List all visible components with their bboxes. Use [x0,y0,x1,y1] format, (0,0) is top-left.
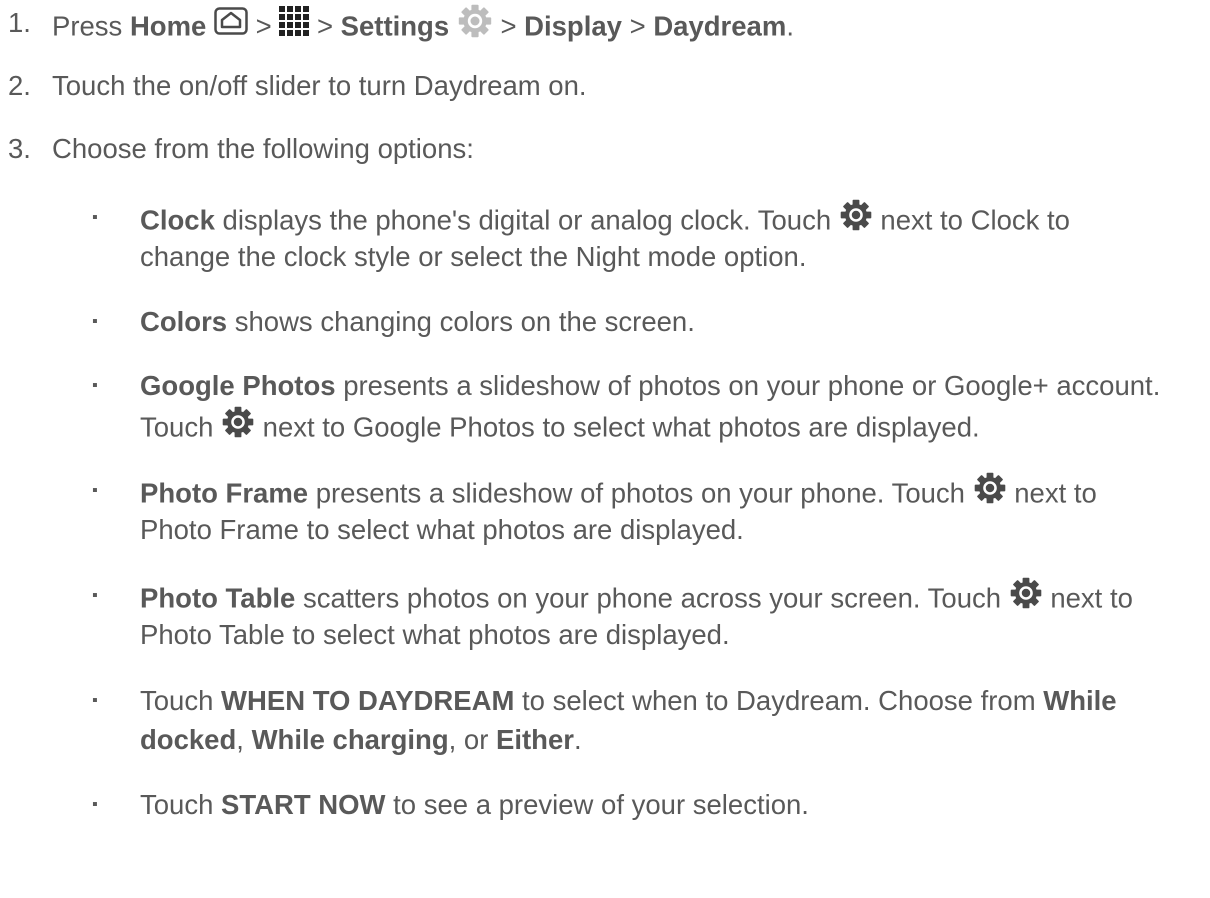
period: . [786,10,794,42]
gear-icon [221,405,255,447]
gear-icon [1009,576,1043,618]
option-description: Touch [140,789,222,820]
option-name: Photo Frame [140,477,309,509]
separator: > [629,10,646,42]
option-description: next to Clock to [872,204,1070,236]
option-description: Photo Table to select what photos are di… [140,619,730,650]
bullet-marker: ▪ [92,482,98,499]
step-number: 1. [8,7,31,38]
home-icon [214,7,248,43]
step-number: 3. [8,133,31,164]
option-description: next to [1042,582,1133,614]
display-label: Display [524,10,622,42]
step-text: Press [52,10,123,42]
option-description: to select when to Daydream. Choose from [514,685,1044,716]
option-description: to see a preview of your selection. [385,789,809,820]
while-docked-label: While [1043,685,1117,716]
option-description: presents a slideshow of photos on your p… [335,370,1161,401]
option-description: , or [448,724,497,755]
option-description: Touch [140,411,222,443]
bullet-marker: ▪ [92,313,98,330]
separator: > [500,10,517,42]
separator: > [316,10,334,42]
option-description: change the clock style or select the Nig… [140,241,807,272]
start-now-label: START NOW [221,789,386,820]
option-name: Clock [140,204,215,236]
settings-gear-icon [457,3,493,47]
either-label: Either [496,724,574,755]
option-description: presents a slideshow of photos on your p… [308,477,973,509]
settings-label: Settings [340,10,450,42]
gear-icon [839,198,873,240]
option-description: shows changing colors on the screen. [227,306,695,337]
while-charging-label: While charging [251,724,449,755]
option-description: Touch [140,685,222,716]
option-description: , [236,724,252,755]
while-docked-label: docked [140,724,237,755]
option-description: Photo Frame to select what photos are di… [140,514,744,545]
option-name: Photo Table [140,582,296,614]
option-description: next to Google Photos to select what pho… [255,411,980,443]
option-description: next to [1006,477,1097,509]
daydream-label: Daydream [653,10,787,42]
option-description: scatters photos on your phone across you… [295,582,1009,614]
bullet-marker: ▪ [92,796,98,813]
gear-icon [973,471,1007,513]
apps-grid-icon [279,6,310,44]
bullet-marker: ▪ [92,692,98,709]
step-text: Touch the on/off slider to turn Daydream… [52,70,587,101]
period: . [573,724,582,755]
when-to-daydream-label: WHEN TO DAYDREAM [221,685,515,716]
document-page: 1. Press Home > > Settings > Display > D… [0,0,1210,898]
bullet-marker: ▪ [92,587,98,604]
bullet-marker: ▪ [92,209,98,226]
option-name: Colors [140,306,228,337]
separator: > [255,10,272,42]
option-description: displays the phone's digital or analog c… [214,204,839,236]
step-number: 2. [8,70,31,101]
home-label: Home [129,10,207,42]
option-name: Google Photos [140,370,336,401]
bullet-marker: ▪ [92,377,98,394]
step-text: Choose from the following options: [52,133,474,164]
